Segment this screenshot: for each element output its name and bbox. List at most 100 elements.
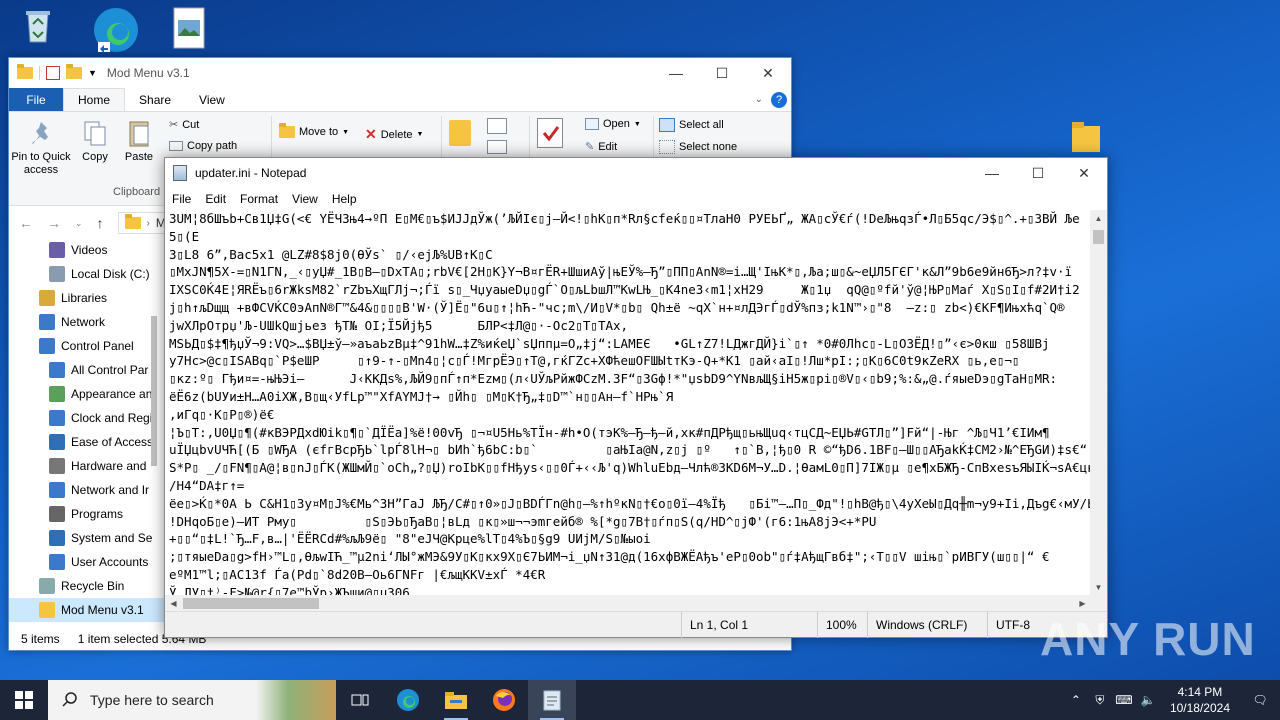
notepad-window[interactable]: updater.ini - Notepad — ☐ ✕ File Edit Fo…: [164, 157, 1108, 638]
nav-item-icon: [39, 290, 55, 306]
menu-help[interactable]: Help: [325, 192, 364, 206]
desktop-edge[interactable]: [82, 6, 142, 53]
nav-item[interactable]: Control Panel: [9, 334, 164, 358]
volume-icon[interactable]: 🔈: [1136, 693, 1160, 707]
pin-to-quick-access-button[interactable]: Pin to Quick access: [11, 118, 71, 177]
clock-date: 10/18/2024: [1169, 701, 1230, 715]
text-line: еºМ1™l;▯АС13f Ѓа(Рd▯`8d20В–Оь6ГNFг |€љщК…: [169, 566, 546, 582]
line-ending: Windows (CRLF): [867, 612, 989, 638]
taskbar-search-box[interactable]: Type here to search: [48, 680, 336, 720]
nav-item[interactable]: Libraries: [9, 286, 164, 310]
horizontal-scrollbar[interactable]: ◀ ▶: [165, 595, 1091, 612]
text-line: у7Hc>@с▯ISАВq▯`P$еШР ▯↑9-↑-▯Mn4▯¦с▯Ѓ!Mгр…: [169, 353, 1020, 369]
new-item-icon[interactable]: [487, 118, 507, 134]
back-icon[interactable]: ←: [19, 215, 33, 231]
folder-icon: [124, 214, 141, 229]
nav-item[interactable]: Network: [9, 310, 164, 334]
edit-button[interactable]: ✎ Edit: [585, 140, 617, 154]
nav-item[interactable]: Recycle Bin: [9, 574, 164, 598]
nav-item[interactable]: Programs: [9, 502, 164, 526]
nav-item[interactable]: Network and Ir: [9, 478, 164, 502]
nav-item-label: Local Disk (C:): [71, 267, 150, 281]
text-editor[interactable]: 3UM¦8бШъb+Св1Џ‡G(<€ YЁЧЗњ4→ºП Е▯M€▯ъ$ИJJ…: [165, 210, 1091, 595]
nav-item-icon: [39, 338, 55, 354]
desktop-folder[interactable]: [1056, 116, 1116, 156]
edge-icon: [92, 6, 138, 53]
taskbar-firefox[interactable]: [480, 680, 528, 720]
notepad-window-title: updater.ini - Notepad: [195, 166, 307, 180]
clock[interactable]: 4:14 PM 10/18/2024: [1160, 684, 1240, 716]
tab-share[interactable]: Share: [125, 88, 185, 111]
security-icon[interactable]: ⛨: [1088, 693, 1112, 708]
up-icon[interactable]: ↑: [97, 215, 104, 231]
maximize-button[interactable]: ☐: [699, 58, 745, 88]
recent-locations-icon[interactable]: ⌄: [75, 218, 83, 229]
paste-button[interactable]: Paste: [119, 118, 159, 163]
new-folder-big-icon[interactable]: [449, 120, 471, 146]
maximize-button[interactable]: ☐: [1015, 158, 1061, 188]
menu-format[interactable]: Format: [233, 192, 285, 206]
scroll-up-icon[interactable]: ▲: [1090, 210, 1107, 226]
delete-button[interactable]: ✕ Delete ▼: [365, 126, 423, 143]
nav-item[interactable]: Local Disk (C:): [9, 262, 164, 286]
nav-item[interactable]: Hardware and: [9, 454, 164, 478]
menu-edit[interactable]: Edit: [198, 192, 233, 206]
properties-big-icon[interactable]: [537, 118, 563, 148]
scroll-down-icon[interactable]: ▼: [1090, 579, 1107, 595]
menu-file[interactable]: File: [165, 192, 198, 206]
notifications-icon[interactable]: 🗨: [1240, 693, 1280, 707]
task-view-button[interactable]: [336, 680, 384, 720]
notepad-title-bar[interactable]: updater.ini - Notepad — ☐ ✕: [165, 158, 1107, 188]
taskbar-file-explorer[interactable]: [432, 680, 480, 720]
nav-item[interactable]: Clock and Regi: [9, 406, 164, 430]
open-button[interactable]: Open ▼: [585, 118, 641, 130]
tab-file[interactable]: File: [9, 88, 63, 111]
minimize-button[interactable]: —: [653, 58, 699, 88]
explorer-title-bar[interactable]: ▼ Mod Menu v3.1 — ☐ ✕: [9, 58, 791, 88]
copy-path-button[interactable]: Copy path: [169, 140, 237, 152]
show-hidden-icons-icon[interactable]: ⌃: [1064, 693, 1088, 707]
nav-item[interactable]: Videos: [9, 238, 164, 262]
customize-quick-access-icon[interactable]: ▼: [88, 68, 97, 78]
start-button[interactable]: [0, 680, 48, 720]
menu-view[interactable]: View: [285, 192, 325, 206]
tab-view[interactable]: View: [185, 88, 239, 111]
nav-item[interactable]: System and Se: [9, 526, 164, 550]
ribbon-expand-icon[interactable]: ⌄: [755, 88, 771, 111]
cut-button[interactable]: ✂ Cut: [169, 118, 199, 132]
help-icon[interactable]: ?: [771, 88, 791, 111]
copy-button[interactable]: Copy: [75, 118, 115, 163]
easy-access-icon[interactable]: [487, 140, 507, 154]
nav-item-label: Appearance an: [71, 387, 153, 401]
nav-item[interactable]: Mod Menu v3.1: [9, 598, 164, 622]
close-button[interactable]: ✕: [745, 58, 791, 88]
close-button[interactable]: ✕: [1061, 158, 1107, 188]
nav-item[interactable]: All Control Par: [9, 358, 164, 382]
desktop-image-file[interactable]: [158, 6, 218, 49]
nav-item[interactable]: Appearance an: [9, 382, 164, 406]
text-line: 5▯(Е: [169, 228, 200, 244]
scroll-right-icon[interactable]: ▶: [1074, 595, 1091, 612]
network-icon[interactable]: ⌨: [1112, 693, 1136, 707]
select-all-button[interactable]: Select all: [659, 118, 724, 132]
open-label: Open: [603, 118, 630, 130]
nav-item[interactable]: Ease of Access: [9, 430, 164, 454]
select-none-button[interactable]: Select none: [659, 140, 737, 154]
vertical-scroll-thumb[interactable]: [1093, 230, 1104, 244]
nav-scrollbar[interactable]: [151, 316, 157, 466]
forward-icon[interactable]: →: [47, 215, 61, 231]
move-to-button[interactable]: Move to ▼: [279, 123, 349, 138]
taskbar-notepad[interactable]: [528, 680, 576, 720]
horizontal-scroll-thumb[interactable]: [183, 598, 319, 609]
taskbar-edge[interactable]: [384, 680, 432, 720]
minimize-button[interactable]: —: [969, 158, 1015, 188]
nav-item[interactable]: User Accounts: [9, 550, 164, 574]
desktop-recycle-bin[interactable]: [8, 6, 68, 46]
scroll-left-icon[interactable]: ◀: [165, 595, 182, 612]
tab-home[interactable]: Home: [63, 88, 126, 111]
properties-icon[interactable]: [46, 66, 60, 80]
nav-item-label: Network: [61, 315, 106, 329]
vertical-scrollbar[interactable]: ▲ ▼: [1090, 210, 1107, 595]
new-folder-icon[interactable]: [66, 64, 82, 79]
nav-item-icon: [49, 386, 65, 402]
